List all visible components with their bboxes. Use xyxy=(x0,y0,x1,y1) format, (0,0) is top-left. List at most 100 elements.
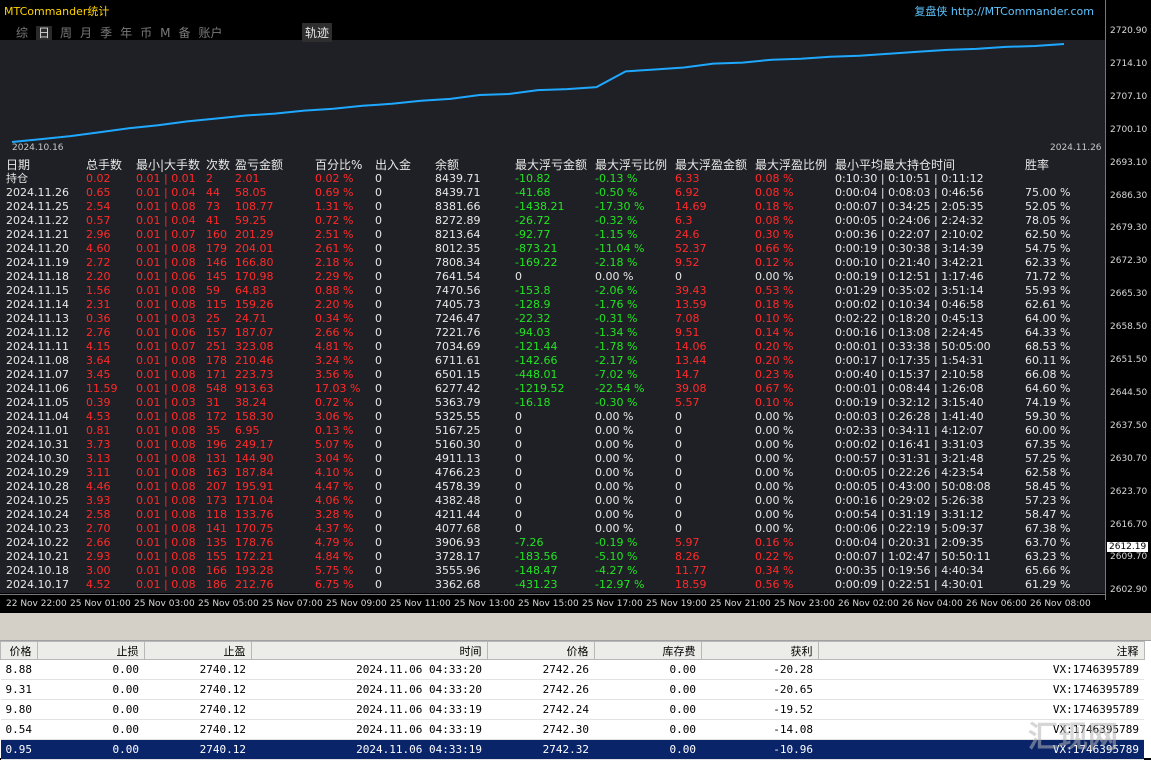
stats-cell: 2024.11.04 xyxy=(6,410,69,423)
stats-cell: 0.72 % xyxy=(315,214,354,227)
order-row[interactable]: 0.54 0.00 2740.12 2024.11.06 04:33:19 2742.3… xyxy=(0,719,1144,740)
stats-cell: 135 xyxy=(206,536,227,549)
order-row[interactable]: 8.88 0.00 2740.12 2024.11.06 04:33:20 2742.2… xyxy=(0,659,1144,680)
order-cell: -20.28 xyxy=(701,659,818,680)
stats-cell: 0 xyxy=(375,522,382,535)
stats-cell: 0.02 % xyxy=(315,172,354,185)
tab-6[interactable]: 币 xyxy=(140,26,152,40)
track-button[interactable]: 轨迹 xyxy=(302,23,333,42)
orders-column-header[interactable]: 价格 xyxy=(486,641,595,660)
tab-4[interactable]: 季 xyxy=(100,26,112,40)
stats-cell: 0 xyxy=(375,480,382,493)
stats-row: 2024.11.26 0.65 0.01 | 0.04 44 58.05 0.69 % 0 8… xyxy=(2,186,1081,200)
orders-column-header[interactable]: 注释 xyxy=(817,641,1145,660)
stats-cell: 0 xyxy=(515,480,522,493)
order-cell: 0.00 xyxy=(594,679,701,700)
price-tick: 2693.10 xyxy=(1110,157,1148,168)
stats-cell: 178.76 xyxy=(235,536,274,549)
stats-cell: 0.00 % xyxy=(595,452,634,465)
stats-cell: 2.01 xyxy=(235,172,260,185)
stats-cell: 4.47 % xyxy=(315,480,354,493)
orders-column-header[interactable]: 获利 xyxy=(700,641,819,660)
stats-cell: 4.84 % xyxy=(315,550,354,563)
stats-cell: 2024.10.24 xyxy=(6,508,69,521)
tab-3[interactable]: 月 xyxy=(80,26,92,40)
stats-cell: 0:00:05 | 0:43:00 | 50:08:08 xyxy=(835,480,991,493)
stats-cell: 0.01 | 0.01 xyxy=(136,172,196,185)
stats-header: 余额 xyxy=(435,158,460,172)
tab-9[interactable]: 账户 xyxy=(198,26,222,40)
order-row[interactable]: 0.95 0.00 2740.12 2024.11.06 04:33:19 2742.3… xyxy=(0,739,1144,760)
stats-cell: 68.53 % xyxy=(1025,340,1071,353)
stats-cell: 2.66 % xyxy=(315,326,354,339)
stats-cell: 44 xyxy=(206,186,220,199)
tab-8[interactable]: 备 xyxy=(178,26,190,40)
stats-cell: 52.37 xyxy=(675,242,707,255)
stats-cell: 0 xyxy=(375,438,382,451)
tab-5[interactable]: 年 xyxy=(120,26,132,40)
stats-cell: 2024.11.15 xyxy=(6,284,69,297)
stats-cell: 0.34 % xyxy=(315,312,354,325)
order-cell: 2742.32 xyxy=(487,739,594,760)
stats-cell: 3555.96 xyxy=(435,564,481,577)
stats-cell: 39.08 xyxy=(675,382,707,395)
stats-cell: 2024.11.11 xyxy=(6,340,69,353)
stats-cell: 8439.71 xyxy=(435,172,481,185)
orders-column-header[interactable]: 库存费 xyxy=(593,641,702,660)
stats-row: 2024.11.19 2.72 0.01 | 0.08 146 166.80 2.18 %… xyxy=(2,256,1081,270)
stats-cell: -22.54 % xyxy=(595,382,645,395)
stats-cell: 0.00 % xyxy=(755,508,794,521)
tab-1[interactable]: 日 xyxy=(36,26,53,40)
stats-cell: 3.11 xyxy=(86,466,111,479)
stats-cell: 24.6 xyxy=(675,228,700,241)
price-tick: 2630.70 xyxy=(1110,453,1148,464)
stats-cell: 0 xyxy=(375,494,382,507)
stats-cell: 0.00 % xyxy=(755,480,794,493)
orders-column-header[interactable]: 时间 xyxy=(250,641,488,660)
stats-cell: 0 xyxy=(375,228,382,241)
stats-row: 2024.11.04 4.53 0.01 | 0.08 172 158.30 3.06 %… xyxy=(2,410,1081,424)
stats-cell: 25 xyxy=(206,312,220,325)
stats-cell: 0.10 % xyxy=(755,312,794,325)
order-row[interactable]: 9.31 0.00 2740.12 2024.11.06 04:33:20 2742.2… xyxy=(0,679,1144,700)
stats-row: 2024.10.30 3.13 0.01 | 0.08 131 144.90 3.04 %… xyxy=(2,452,1081,466)
stats-cell: 65.66 % xyxy=(1025,564,1071,577)
stats-cell: -1219.52 xyxy=(515,382,565,395)
stats-cell: 62.50 % xyxy=(1025,228,1071,241)
order-row[interactable]: 9.80 0.00 2740.12 2024.11.06 04:33:19 2742.2… xyxy=(0,699,1144,720)
tab-0[interactable]: 综 xyxy=(16,26,28,40)
stats-cell: 0.01 | 0.08 xyxy=(136,284,196,297)
stats-cell: 6.33 xyxy=(675,172,700,185)
orders-column-header[interactable]: 止损 xyxy=(36,641,145,660)
stats-cell: 7405.73 xyxy=(435,298,481,311)
tab-2[interactable]: 周 xyxy=(60,26,72,40)
orders-column-header[interactable]: 止盈 xyxy=(143,641,252,660)
stats-cell: 195.91 xyxy=(235,480,274,493)
stats-cell: 0 xyxy=(675,438,682,451)
stats-cell: -142.66 xyxy=(515,354,558,367)
stats-cell: 0 xyxy=(675,466,682,479)
stats-cell: 8213.64 xyxy=(435,228,481,241)
price-tick: 2637.50 xyxy=(1110,420,1148,431)
stats-row: 2024.10.25 3.93 0.01 | 0.08 173 171.04 4.06 %… xyxy=(2,494,1081,508)
stats-cell: 4911.13 xyxy=(435,452,481,465)
price-tick: 2644.50 xyxy=(1110,387,1148,398)
brand-link[interactable]: 复盘侠 http://MTCommander.com xyxy=(914,3,1094,19)
stats-cell: 0.00 % xyxy=(755,522,794,535)
stats-cell: 0.20 % xyxy=(755,354,794,367)
stats-cell: 3.00 xyxy=(86,564,111,577)
stats-cell: 0 xyxy=(375,550,382,563)
orders-column-header[interactable]: 价格 xyxy=(0,641,38,660)
stats-cell: 2024.10.28 xyxy=(6,480,69,493)
price-tick: 2700.10 xyxy=(1110,124,1148,135)
tab-7[interactable]: M xyxy=(160,26,170,40)
stats-cell: 0.01 | 0.04 xyxy=(136,186,196,199)
stats-cell: 0.10 % xyxy=(755,396,794,409)
stats-cell: 0:01:29 | 0:35:02 | 3:51:14 xyxy=(835,284,984,297)
stats-cell: -431.23 xyxy=(515,578,558,591)
stats-cell: 0.18 % xyxy=(755,200,794,213)
stats-row: 2024.11.18 2.20 0.01 | 0.06 145 170.98 2.29 %… xyxy=(2,270,1081,284)
stats-cell: 155 xyxy=(206,550,227,563)
stats-cell: 172 xyxy=(206,410,227,423)
stats-cell: 31 xyxy=(206,396,220,409)
